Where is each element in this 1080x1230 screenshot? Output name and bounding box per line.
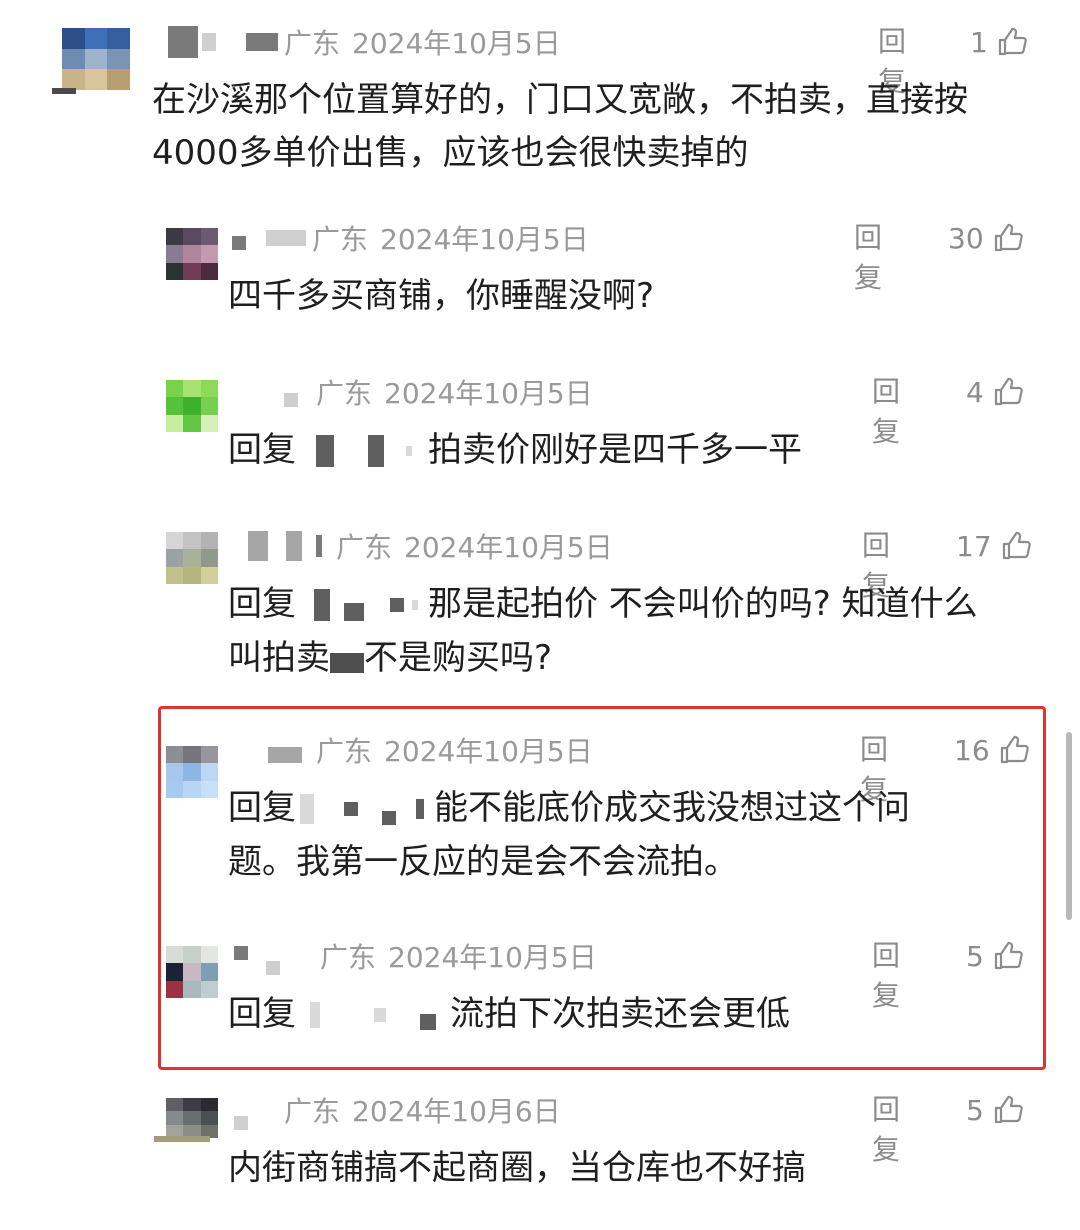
- comment-meta: 广东 2024年10月5日: [248, 526, 613, 566]
- like-count: 4: [966, 375, 984, 409]
- comment-location: 广东: [316, 735, 373, 768]
- avatar[interactable]: [166, 1098, 218, 1138]
- avatar[interactable]: [166, 532, 218, 584]
- comment-meta: 广东 2024年10月5日: [234, 936, 597, 976]
- avatar[interactable]: [166, 746, 218, 798]
- comment-text: 回复 能不能底价成交我没想过这个问 题。我第一反应的是会不会流拍。: [228, 782, 1028, 889]
- masked-username: [296, 781, 434, 834]
- masked-username: [232, 236, 246, 250]
- comment-text: 回复 流拍下次拍卖还会更低: [228, 988, 1028, 1042]
- reply-prefix: 回复: [228, 584, 296, 624]
- comment-location: 广东: [312, 223, 369, 256]
- like-count: 30: [948, 221, 984, 255]
- comment-date: 2024年10月5日: [352, 27, 561, 60]
- masked-username: [266, 961, 280, 975]
- comment-date: 2024年10月5日: [384, 735, 593, 768]
- reply-button[interactable]: 回复: [862, 526, 890, 602]
- scrollbar[interactable]: [1066, 732, 1072, 920]
- masked-username: [296, 987, 450, 1040]
- like-button[interactable]: 5: [966, 1090, 1024, 1130]
- like-button[interactable]: 16: [954, 730, 1030, 770]
- masked-username: [316, 535, 322, 557]
- reply-body: 拍卖价刚好是四千多一平: [428, 430, 802, 470]
- comment-meta: 广东 2024年10月6日: [234, 1090, 561, 1130]
- like-count: 1: [970, 25, 988, 59]
- comment-text: 回复 拍卖价刚好是四千多一平: [228, 424, 1028, 478]
- reply-button[interactable]: 回复: [854, 218, 882, 294]
- avatar[interactable]: [166, 380, 218, 432]
- avatar[interactable]: [166, 228, 218, 280]
- reply-button[interactable]: 回复: [860, 730, 888, 806]
- masked-username: [296, 423, 428, 476]
- masked-username: [330, 631, 364, 684]
- comment-date: 2024年10月5日: [388, 941, 597, 974]
- like-count: 17: [956, 529, 992, 563]
- comment-text: 内街商铺搞不起商圈，当仓库也不好搞: [228, 1148, 806, 1188]
- comment-location: 广东: [320, 941, 377, 974]
- comment-date: 2024年10月5日: [404, 531, 613, 564]
- reply-body-line2: 叫拍卖: [228, 638, 330, 678]
- masked-username: [268, 747, 302, 763]
- comment-meta: 广东 2024年10月5日: [232, 218, 589, 258]
- reply-button[interactable]: 回复: [872, 1090, 900, 1166]
- masked-username: [286, 531, 302, 561]
- comment-meta: 广东 2024年10月5日: [168, 22, 561, 62]
- masked-username: [168, 26, 198, 58]
- like-button[interactable]: 17: [956, 526, 1032, 566]
- masked-username: [266, 230, 306, 246]
- thumbs-up-icon: [994, 223, 1023, 252]
- like-count: 16: [954, 733, 990, 767]
- masked-username: [234, 946, 248, 960]
- comment-text: 回复 那是起拍价 不会叫价的吗? 知道什么 叫拍卖 不是购买吗?: [228, 578, 1048, 686]
- reply-prefix: 回复: [228, 430, 296, 470]
- reply-body: 能不能底价成交我没想过这个问: [434, 788, 910, 828]
- like-button[interactable]: 30: [948, 218, 1024, 258]
- comment-text: 四千多买商铺，你睡醒没啊?: [228, 276, 655, 316]
- reply-body-line2: 题。我第一反应的是会不会流拍。: [228, 842, 738, 882]
- masked-username: [234, 1116, 248, 1130]
- comment-date: 2024年10月5日: [384, 377, 593, 410]
- comment-location: 广东: [316, 377, 373, 410]
- comment-location: 广东: [284, 1095, 341, 1128]
- reply-button[interactable]: 回复: [872, 936, 900, 1012]
- thumbs-up-icon: [998, 27, 1027, 56]
- like-button[interactable]: 4: [966, 372, 1024, 412]
- comment-date: 2024年10月6日: [352, 1095, 561, 1128]
- thumbs-up-icon: [994, 377, 1023, 406]
- avatar-shadow: [154, 1136, 210, 1142]
- thumbs-up-icon: [994, 1095, 1023, 1124]
- like-count: 5: [966, 1093, 984, 1127]
- masked-username: [202, 33, 216, 51]
- avatar-shadow: [52, 88, 76, 94]
- comment-date: 2024年10月5日: [380, 223, 589, 256]
- like-button[interactable]: 5: [966, 936, 1024, 976]
- reply-prefix: 回复: [228, 788, 296, 828]
- like-button[interactable]: 1: [970, 22, 1028, 62]
- comment-location: 广东: [284, 27, 341, 60]
- reply-body: 那是起拍价 不会叫价的吗? 知道什么: [428, 584, 978, 624]
- reply-prefix: 回复: [228, 994, 296, 1034]
- reply-body: 流拍下次拍卖还会更低: [450, 994, 790, 1034]
- thumbs-up-icon: [994, 941, 1023, 970]
- masked-username: [296, 577, 428, 630]
- comment-text: 在沙溪那个位置算好的，门口又宽敞，不拍卖，直接按4000多单价出售，应该也会很快…: [152, 80, 968, 173]
- masked-username: [248, 531, 268, 561]
- comment-location: 广东: [336, 531, 393, 564]
- masked-username: [246, 33, 278, 51]
- reply-button[interactable]: 回复: [878, 22, 906, 98]
- thumbs-up-icon: [1000, 735, 1029, 764]
- thumbs-up-icon: [1002, 531, 1031, 560]
- avatar[interactable]: [62, 28, 130, 90]
- like-count: 5: [966, 939, 984, 973]
- comment-meta: 广东 2024年10月5日: [284, 372, 593, 412]
- reply-button[interactable]: 回复: [872, 372, 900, 448]
- comment-meta: 广东 2024年10月5日: [268, 730, 593, 770]
- masked-username: [284, 393, 298, 407]
- reply-body-line2b: 不是购买吗?: [364, 638, 553, 678]
- avatar[interactable]: [166, 946, 218, 998]
